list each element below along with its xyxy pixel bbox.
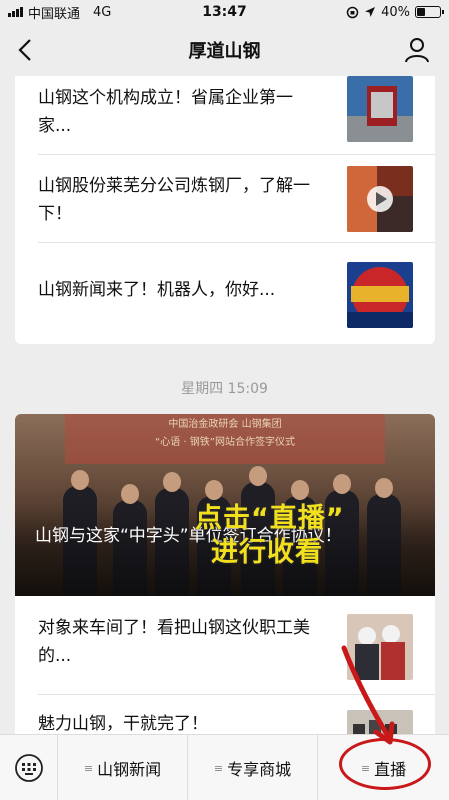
nav-bar: 厚道山钢 — [0, 24, 449, 76]
article-card-top: 山钢这个机构成立！省属企业第一家... 山钢股份莱芜分公司炼钢厂，了解一下！ 山… — [15, 76, 435, 344]
message-timestamp: 星期四 15:09 — [181, 381, 268, 397]
divider — [38, 242, 435, 243]
menu-item-news[interactable]: ≡ 山钢新闻 — [58, 735, 188, 800]
keyboard-toggle-button[interactable] — [0, 735, 58, 800]
menu-label: 直播 — [374, 760, 407, 779]
article-thumbnail — [347, 262, 413, 328]
hero-banner-text: 中国治金政研会 山钢集团 “心语 · 钢铁”网站合作签字仪式 — [155, 419, 295, 448]
article-card-bottom: 中国治金政研会 山钢集团 “心语 · 钢铁”网站合作签字仪式 山钢与这家“中字头… — [15, 414, 435, 744]
divider — [38, 694, 435, 695]
article-title: 山钢新闻来了！机器人，你好... — [38, 280, 276, 300]
overlay-instruction: 点击“直播” 进行收看 — [195, 502, 345, 570]
article-title: 山钢这个机构成立！省属企业第一家... — [38, 88, 293, 136]
divider — [38, 154, 435, 155]
menu-item-mall[interactable]: ≡ 专享商城 — [188, 735, 318, 800]
keyboard-icon — [14, 754, 43, 782]
hero-image[interactable]: 中国治金政研会 山钢集团 “心语 · 钢铁”网站合作签字仪式 山钢与这家“中字头… — [15, 414, 435, 596]
bottom-menu: ≡ 山钢新闻 ≡ 专享商城 ≡ 直播 — [0, 734, 449, 800]
article-title: 对象来车间了！看把山钢这伙职工美的... — [38, 618, 310, 666]
list-item[interactable]: 对象来车间了！看把山钢这伙职工美的... — [15, 608, 435, 696]
menu-list-icon: ≡ — [83, 761, 94, 775]
menu-list-icon: ≡ — [360, 761, 371, 775]
menu-label: 山钢新闻 — [97, 760, 162, 779]
list-item[interactable]: 山钢股份莱芜分公司炼钢厂，了解一下！ — [15, 164, 435, 252]
profile-icon[interactable] — [403, 36, 431, 64]
article-thumbnail — [347, 166, 413, 232]
menu-list-icon: ≡ — [213, 761, 224, 775]
article-title: 山钢股份莱芜分公司炼钢厂，了解一下！ — [38, 176, 310, 224]
list-item[interactable]: 山钢新闻来了！机器人，你好... — [15, 252, 435, 340]
menu-item-live[interactable]: ≡ 直播 — [318, 735, 449, 800]
overlay-line-2: 进行收看 — [211, 537, 323, 568]
back-icon[interactable] — [12, 36, 40, 64]
status-bar: 中国联通 4G 13:47 40% — [0, 0, 449, 24]
status-time: 13:47 — [202, 4, 247, 20]
overlay-line-1: 点击“直播” — [195, 503, 345, 534]
article-thumbnail — [347, 76, 413, 142]
article-thumbnail — [347, 614, 413, 680]
menu-label: 专享商城 — [227, 760, 292, 779]
page-title: 厚道山钢 — [188, 41, 261, 62]
list-item[interactable]: 山钢这个机构成立！省属企业第一家... — [15, 76, 435, 164]
battery-icon — [415, 6, 444, 18]
